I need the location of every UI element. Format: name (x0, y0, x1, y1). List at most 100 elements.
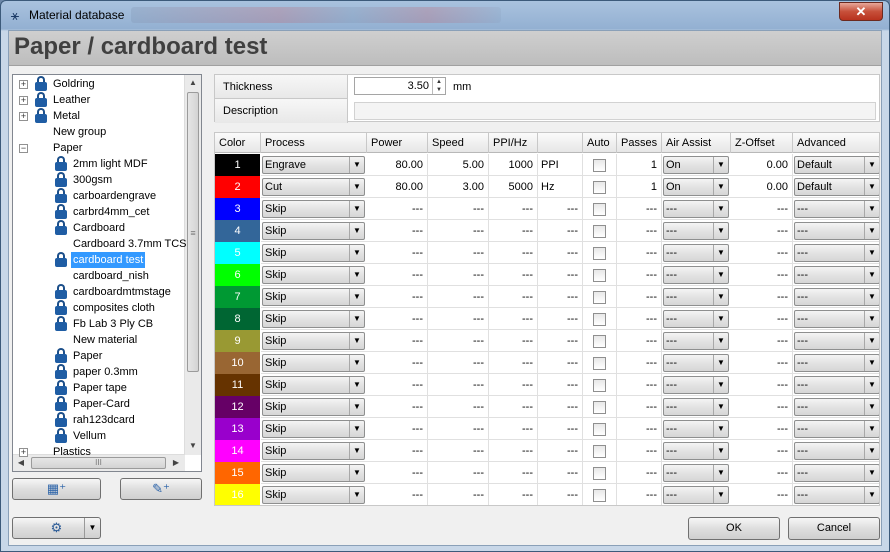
z-offset-cell[interactable]: --- (731, 396, 793, 418)
tree-item[interactable]: cardboard test (13, 252, 185, 268)
chevron-down-icon[interactable]: ▼ (713, 399, 728, 415)
ppi-unit-cell[interactable]: --- (538, 242, 583, 264)
expand-icon[interactable]: + (19, 80, 28, 89)
advanced-select[interactable]: --- ▼ (794, 464, 879, 482)
power-cell[interactable]: --- (367, 330, 428, 352)
tree-item[interactable]: − Paper (13, 140, 185, 156)
tree-item[interactable]: Vellum (13, 428, 185, 444)
advanced-select[interactable]: --- ▼ (794, 398, 879, 416)
air-assist-select[interactable]: --- ▼ (663, 354, 729, 372)
passes-cell[interactable]: --- (617, 418, 662, 440)
tree-item[interactable]: composites cloth (13, 300, 185, 316)
chevron-down-icon[interactable]: ▼ (713, 179, 728, 195)
chevron-down-icon[interactable]: ▼ (864, 443, 879, 459)
tree-item[interactable]: + Plastics (13, 444, 185, 460)
auto-checkbox[interactable] (593, 489, 606, 502)
speed-cell[interactable]: --- (428, 308, 489, 330)
column-header[interactable] (538, 133, 583, 153)
auto-checkbox[interactable] (593, 247, 606, 260)
advanced-select[interactable]: --- ▼ (794, 486, 879, 504)
chevron-down-icon[interactable]: ▼ (349, 333, 364, 349)
ppi-unit-cell[interactable]: --- (538, 286, 583, 308)
process-select[interactable]: Skip ▼ (262, 464, 365, 482)
speed-cell[interactable]: --- (428, 286, 489, 308)
process-select[interactable]: Skip ▼ (262, 442, 365, 460)
ppi-unit-cell[interactable]: --- (538, 440, 583, 462)
chevron-down-icon[interactable]: ▼ (864, 201, 879, 217)
chevron-down-icon[interactable]: ▼ (349, 399, 364, 415)
power-cell[interactable]: --- (367, 264, 428, 286)
chevron-down-icon[interactable]: ▼ (713, 223, 728, 239)
auto-checkbox[interactable] (593, 423, 606, 436)
cancel-button[interactable]: Cancel (788, 517, 880, 540)
ppi-unit-cell[interactable]: --- (538, 418, 583, 440)
z-offset-cell[interactable]: --- (731, 440, 793, 462)
chevron-down-icon[interactable]: ▼ (864, 355, 879, 371)
ppi-cell[interactable]: 1000 (489, 154, 538, 176)
speed-cell[interactable]: --- (428, 264, 489, 286)
tree-item-label[interactable]: Leather (51, 92, 92, 108)
tree-item-label[interactable]: Paper (51, 140, 84, 156)
auto-checkbox[interactable] (593, 445, 606, 458)
power-cell[interactable]: --- (367, 418, 428, 440)
column-header[interactable]: Advanced (793, 133, 879, 153)
tree-item-label[interactable]: cardboardmtmstage (71, 284, 173, 300)
passes-cell[interactable]: --- (617, 330, 662, 352)
auto-checkbox[interactable] (593, 181, 606, 194)
column-header[interactable]: Color (215, 133, 261, 153)
description-field[interactable] (354, 102, 876, 120)
power-cell[interactable]: --- (367, 220, 428, 242)
chevron-down-icon[interactable]: ▼ (864, 465, 879, 481)
z-offset-cell[interactable]: --- (731, 264, 793, 286)
ppi-unit-cell[interactable]: --- (538, 352, 583, 374)
speed-cell[interactable]: --- (428, 418, 489, 440)
ppi-unit-cell[interactable]: --- (538, 220, 583, 242)
ppi-cell[interactable]: --- (489, 440, 538, 462)
advanced-select[interactable]: --- ▼ (794, 288, 879, 306)
air-assist-select[interactable]: --- ▼ (663, 332, 729, 350)
add-group-button[interactable]: ▦⁺ (12, 478, 101, 500)
ppi-cell[interactable]: 5000 (489, 176, 538, 198)
auto-checkbox[interactable] (593, 335, 606, 348)
chevron-down-icon[interactable]: ▼ (349, 377, 364, 393)
expand-icon[interactable]: + (19, 96, 28, 105)
material-tree[interactable]: ▲ ≡ ▼ ◀ III ▶ + Goldring + Leather + Metal New… (12, 74, 202, 472)
air-assist-select[interactable]: --- ▼ (663, 200, 729, 218)
air-assist-select[interactable]: --- ▼ (663, 244, 729, 262)
spin-arrows-icon[interactable]: ▲ ▼ (432, 78, 445, 94)
thickness-value[interactable]: 3.50 (408, 78, 429, 94)
ppi-unit-cell[interactable]: PPI (538, 154, 583, 176)
passes-cell[interactable]: 1 (617, 176, 662, 198)
passes-cell[interactable]: --- (617, 462, 662, 484)
ppi-unit-cell[interactable]: --- (538, 330, 583, 352)
ok-button[interactable]: OK (688, 517, 780, 540)
chevron-down-icon[interactable]: ▼ (864, 311, 879, 327)
tree-item[interactable]: New material (13, 332, 185, 348)
scroll-thumb[interactable]: ≡ (187, 92, 199, 372)
passes-cell[interactable]: --- (617, 374, 662, 396)
passes-cell[interactable]: --- (617, 264, 662, 286)
chevron-down-icon[interactable]: ▼ (713, 311, 728, 327)
scroll-up-icon[interactable]: ▲ (185, 75, 201, 91)
ppi-unit-cell[interactable]: --- (538, 484, 583, 505)
air-assist-select[interactable]: --- ▼ (663, 266, 729, 284)
process-select[interactable]: Skip ▼ (262, 354, 365, 372)
chevron-down-icon[interactable]: ▼ (864, 421, 879, 437)
chevron-down-icon[interactable]: ▼ (864, 487, 879, 503)
process-select[interactable]: Skip ▼ (262, 486, 365, 504)
chevron-down-icon[interactable]: ▼ (84, 518, 100, 538)
advanced-select[interactable]: --- ▼ (794, 266, 879, 284)
ppi-cell[interactable]: --- (489, 374, 538, 396)
chevron-down-icon[interactable]: ▼ (864, 333, 879, 349)
tree-item[interactable]: Paper (13, 348, 185, 364)
auto-checkbox[interactable] (593, 159, 606, 172)
power-cell[interactable]: 80.00 (367, 176, 428, 198)
advanced-select[interactable]: --- ▼ (794, 332, 879, 350)
ppi-unit-cell[interactable]: --- (538, 264, 583, 286)
expand-icon[interactable]: + (19, 112, 28, 121)
column-header[interactable]: Process (261, 133, 367, 153)
chevron-down-icon[interactable]: ▼ (713, 289, 728, 305)
chevron-down-icon[interactable]: ▼ (349, 355, 364, 371)
chevron-down-icon[interactable]: ▼ (864, 179, 879, 195)
chevron-down-icon[interactable]: ▼ (864, 377, 879, 393)
